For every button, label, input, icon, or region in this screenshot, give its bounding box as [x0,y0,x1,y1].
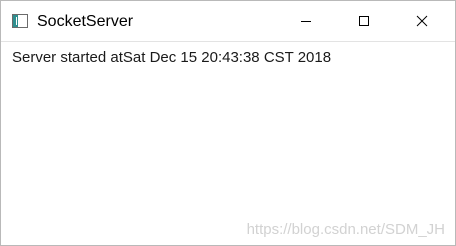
maximize-button[interactable] [341,1,387,41]
close-icon [416,15,428,27]
minimize-button[interactable] [283,1,329,41]
socket-server-window: SocketServer Server started atSat Dec 15… [0,0,456,246]
java-app-window-icon [12,14,28,28]
log-text-area[interactable]: Server started atSat Dec 15 20:43:38 CST… [1,42,455,245]
maximize-icon [359,16,369,26]
close-button[interactable] [399,1,445,41]
window-title: SocketServer [37,13,134,30]
title-bar[interactable]: SocketServer [1,1,455,42]
minimize-icon [301,21,311,22]
server-status-text: Server started atSat Dec 15 20:43:38 CST… [12,49,332,66]
csdn-watermark: https://blog.csdn.net/SDM_JH [246,221,445,238]
